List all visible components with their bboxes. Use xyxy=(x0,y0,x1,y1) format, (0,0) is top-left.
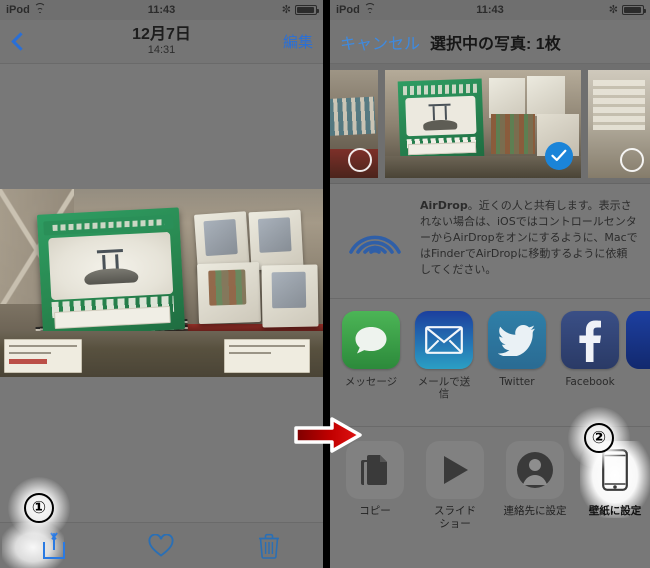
action-assign-contact[interactable]: 連絡先に設定 xyxy=(500,441,570,518)
share-app-label: Facebook xyxy=(565,376,615,388)
selection-title: 選択中の写真: 1枚 xyxy=(430,35,561,53)
contact-icon xyxy=(506,441,564,499)
battery-icon xyxy=(295,5,319,15)
slideshow-icon xyxy=(426,441,484,499)
red-right-arrow xyxy=(294,417,362,453)
twitter-icon xyxy=(488,311,546,369)
right-panel-share-sheet: iPod 11:43 ✼ キャンセル 選択中の写真: 1枚 AirDrop。近く… xyxy=(330,0,650,568)
messages-icon xyxy=(342,311,400,369)
left-nav-bar: 12月7日 14:31 編集 xyxy=(0,20,323,64)
cancel-button[interactable]: キャンセル xyxy=(340,30,420,54)
trash-icon xyxy=(258,533,280,559)
share-icon xyxy=(42,532,65,559)
page-subtitle: 14:31 xyxy=(147,43,176,56)
screenshot-root: iPod 11:43 ✼ 12月7日 14:31 編集 iPod 11:43 ✼… xyxy=(0,0,650,568)
circle-icon[interactable] xyxy=(620,147,644,172)
airdrop-icon xyxy=(344,202,406,262)
thumbnail-strip[interactable] xyxy=(330,64,650,184)
delete-button[interactable] xyxy=(237,523,301,568)
circle-icon[interactable] xyxy=(348,147,372,172)
edit-button[interactable]: 編集 xyxy=(283,31,313,52)
heart-icon xyxy=(148,534,175,557)
photo-toolbar xyxy=(0,522,323,568)
airdrop-description: AirDrop。近くの人と共有します。表示されない場合は、iOSではコントロール… xyxy=(420,198,638,278)
action-slideshow[interactable]: スライド ショー xyxy=(420,441,490,530)
share-app-twitter[interactable]: Twitter xyxy=(488,311,546,388)
thumbnail-current[interactable] xyxy=(385,69,581,178)
status-bar-right: iPod 11:43 ✼ xyxy=(330,0,650,20)
share-app-messages[interactable]: メッセージ xyxy=(342,311,400,388)
nav-title-group: 12月7日 14:31 xyxy=(0,25,323,56)
status-bar-left: iPod 11:43 ✼ xyxy=(0,0,323,20)
facebook-icon xyxy=(561,311,619,369)
share-app-partial-next[interactable] xyxy=(626,311,650,369)
favorite-button[interactable] xyxy=(129,523,193,568)
check-circle-icon[interactable] xyxy=(545,141,573,170)
share-button[interactable] xyxy=(22,523,86,568)
status-right-group-right: ✼ xyxy=(608,3,646,16)
thumbnail-next[interactable] xyxy=(588,69,650,178)
share-app-facebook[interactable]: Facebook xyxy=(561,311,619,388)
share-app-label: Twitter xyxy=(499,376,535,388)
status-time: 11:43 xyxy=(147,4,176,16)
bluetooth-icon: ✼ xyxy=(281,3,291,16)
share-sheet-nav-bar: キャンセル 選択中の写真: 1枚 xyxy=(330,20,650,64)
photo-image xyxy=(0,189,323,377)
share-apps-row[interactable]: メッセージ メールで送信 Twitter Facebook xyxy=(330,299,650,427)
share-app-label: メッセージ xyxy=(344,376,398,388)
share-app-mail[interactable]: メールで送信 xyxy=(415,311,473,400)
photo-viewport[interactable] xyxy=(0,64,323,522)
panel-divider xyxy=(323,0,330,568)
action-use-as-wallpaper[interactable]: 壁紙に設定 xyxy=(580,441,650,518)
mail-icon xyxy=(415,311,473,369)
thumbnail-previous[interactable] xyxy=(330,69,378,178)
airdrop-title: AirDrop xyxy=(420,199,468,212)
battery-icon xyxy=(622,5,646,15)
action-label: コピー xyxy=(359,505,391,517)
airdrop-section[interactable]: AirDrop。近くの人と共有します。表示されない場合は、iOSではコントロール… xyxy=(330,184,650,299)
action-label: スライド ショー xyxy=(434,505,476,530)
page-title: 12月7日 xyxy=(132,25,191,43)
status-right-group: ✼ xyxy=(281,3,319,16)
step-two-badge: ② xyxy=(584,423,614,453)
action-label: 連絡先に設定 xyxy=(503,505,567,517)
share-app-label: メールで送信 xyxy=(417,376,471,401)
status-time-right: 11:43 xyxy=(476,4,504,16)
left-panel-photo-viewer: iPod 11:43 ✼ 12月7日 14:31 編集 xyxy=(0,0,323,568)
bluetooth-icon: ✼ xyxy=(608,3,618,16)
action-label: 壁紙に設定 xyxy=(588,505,642,517)
step-one-badge: ① xyxy=(24,493,54,523)
